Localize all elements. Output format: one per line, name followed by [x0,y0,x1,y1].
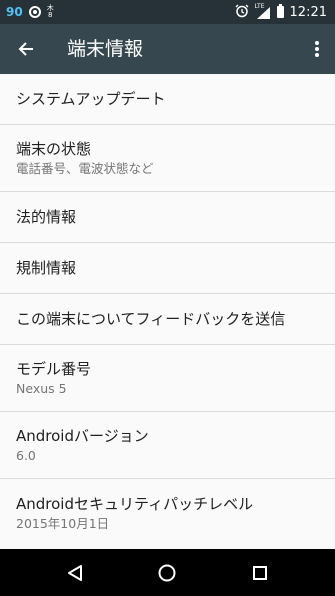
list-item-android-version[interactable]: Androidバージョン 6.0 [0,412,335,479]
list-item-model-number[interactable]: モデル番号 Nexus 5 [0,345,335,412]
clock: 12:21 [289,4,327,20]
list-item-subtitle: 2015年10月1日 [16,515,110,531]
list-item-title: システムアップデート [16,90,166,108]
lte-signal-icon: LTE [254,3,271,19]
list-item-title: 規制情報 [16,259,77,277]
calendar-date-label: 8 [47,11,53,19]
arrow-back-icon[interactable] [12,35,40,63]
list-item-title: 法的情報 [16,208,77,226]
notification-count: 90 [6,5,23,19]
nav-home-icon[interactable] [154,560,180,586]
app-toolbar: 端末情報 [0,24,335,74]
list-item-security-patch-level[interactable]: Androidセキュリティパッチレベル 2015年10月1日 [0,479,335,546]
list-item-title: Androidバージョン [16,427,149,445]
list-item-subtitle: Nexus 5 [16,381,67,396]
list-item-regulatory-info[interactable]: 規制情報 [0,243,335,294]
nav-back-icon[interactable] [62,560,88,586]
list-item-system-update[interactable]: システムアップデート [0,74,335,125]
list-item-send-feedback[interactable]: この端末についてフィードバックを送信 [0,294,335,345]
list-item-subtitle: 6.0 [16,448,36,463]
list-item-subtitle: 電話番号、電波状態など [16,161,154,176]
network-type-label: LTE [254,3,265,10]
list-item-title: この端末についてフィードバックを送信 [16,310,286,328]
navigation-bar [0,549,335,596]
list-item-title: 端末の状態 [16,140,92,158]
alarm-icon [235,3,249,22]
list-item-legal-info[interactable]: 法的情報 [0,192,335,243]
battery-icon [276,4,284,18]
list-item-title: モデル番号 [16,360,92,378]
status-bar: 90 木 8 LTE 12:21 [0,0,335,24]
list-item-device-status[interactable]: 端末の状態 電話番号、電波状態など [0,125,335,192]
calendar-notification-icon: 木 8 [47,5,54,19]
page-title: 端末情報 [67,38,144,60]
more-vert-icon[interactable] [307,35,327,63]
nav-recents-icon[interactable] [247,560,273,586]
list-item-title: Androidセキュリティパッチレベル [16,494,254,513]
settings-list: システムアップデート 端末の状態 電話番号、電波状態など 法的情報 規制情報 こ… [0,74,335,546]
sync-notification-icon [28,6,41,18]
